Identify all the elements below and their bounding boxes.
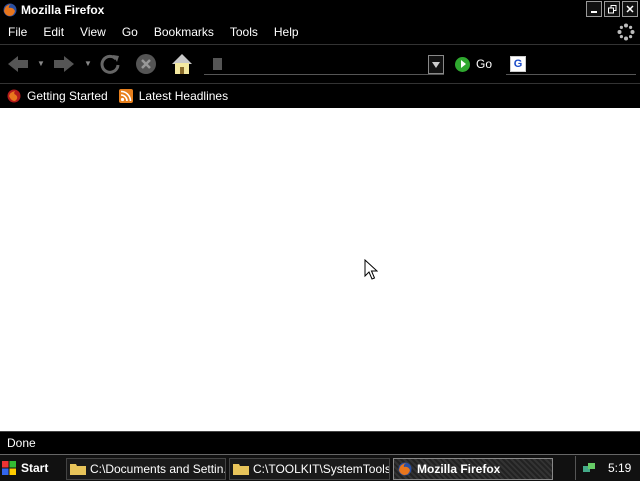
bookmark-getting-started[interactable]: Getting Started (7, 89, 108, 103)
back-history-dropdown[interactable]: ▼ (37, 59, 45, 69)
menu-bar: File Edit View Go Bookmarks Tools Help (0, 19, 640, 45)
taskbar: Start C:\Documents and Settin... C:\TOOL… (0, 454, 640, 481)
network-icon[interactable] (582, 461, 596, 475)
taskbar-item-label: C:\TOOLKIT\SystemTools (253, 462, 390, 476)
window-controls (586, 1, 638, 17)
url-bar[interactable] (204, 54, 444, 75)
menu-edit[interactable]: Edit (35, 25, 72, 39)
navigation-toolbar: ▼ ▼ Go G (0, 45, 640, 84)
folder-icon (70, 464, 86, 475)
forward-button[interactable] (50, 51, 78, 77)
taskbar-item-systemtools[interactable]: C:\TOOLKIT\SystemTools (229, 458, 390, 480)
status-text: Done (7, 436, 36, 450)
close-icon (626, 5, 634, 13)
firefox-icon (3, 3, 17, 16)
menu-bookmarks[interactable]: Bookmarks (146, 25, 222, 39)
reload-icon (100, 54, 120, 74)
menu-file[interactable]: File (0, 25, 35, 39)
minimize-icon (591, 11, 597, 13)
page-content[interactable] (0, 108, 640, 431)
bookmark-label: Latest Headlines (138, 89, 229, 103)
bookmark-latest-headlines[interactable]: Latest Headlines (118, 89, 229, 103)
back-arrow-icon (8, 56, 28, 72)
bookmarks-toolbar: Getting Started Latest Headlines (0, 84, 640, 108)
window-title: Mozilla Firefox (21, 2, 105, 17)
windows-logo-icon (2, 461, 16, 475)
mouse-cursor-icon (364, 259, 378, 280)
taskbar-item-firefox[interactable]: Mozilla Firefox (393, 458, 553, 480)
start-label: Start (21, 461, 49, 475)
system-tray: 5:19 (575, 456, 640, 480)
menu-view[interactable]: View (72, 25, 114, 39)
go-label: Go (476, 57, 493, 71)
stop-icon (136, 54, 156, 74)
restore-icon (607, 4, 616, 13)
clock: 5:19 (608, 461, 632, 475)
start-button[interactable]: Start (2, 458, 56, 478)
menu-help[interactable]: Help (266, 25, 307, 39)
minimize-button[interactable] (586, 1, 602, 17)
bookmark-label: Getting Started (27, 89, 108, 103)
folder-icon (233, 464, 249, 475)
search-bar[interactable]: G (506, 54, 636, 75)
back-button[interactable] (4, 51, 32, 77)
firefox-icon (398, 462, 412, 476)
rss-feed-icon (118, 89, 133, 103)
home-button[interactable] (168, 51, 196, 77)
title-bar: Mozilla Firefox (0, 0, 640, 19)
firefox-bookmark-icon (7, 89, 21, 103)
home-icon (172, 54, 192, 74)
page-icon (213, 58, 222, 70)
throbber-icon (617, 23, 635, 41)
reload-button[interactable] (96, 51, 124, 77)
menu-go[interactable]: Go (114, 25, 146, 39)
close-button[interactable] (622, 1, 638, 17)
stop-button[interactable] (132, 51, 160, 77)
forward-arrow-icon (54, 56, 74, 72)
menu-tools[interactable]: Tools (222, 25, 266, 39)
go-button[interactable]: Go (455, 54, 492, 74)
taskbar-item-label: Mozilla Firefox (417, 462, 501, 476)
restore-button[interactable] (604, 1, 620, 17)
google-icon[interactable]: G (510, 56, 526, 72)
taskbar-item-label: C:\Documents and Settin... (90, 462, 226, 476)
url-dropdown-button[interactable] (428, 55, 444, 74)
taskbar-item-documents[interactable]: C:\Documents and Settin... (66, 458, 226, 480)
forward-history-dropdown[interactable]: ▼ (84, 59, 92, 69)
chevron-down-icon (432, 61, 440, 68)
status-bar: Done (0, 431, 640, 454)
go-arrow-icon (455, 56, 470, 72)
